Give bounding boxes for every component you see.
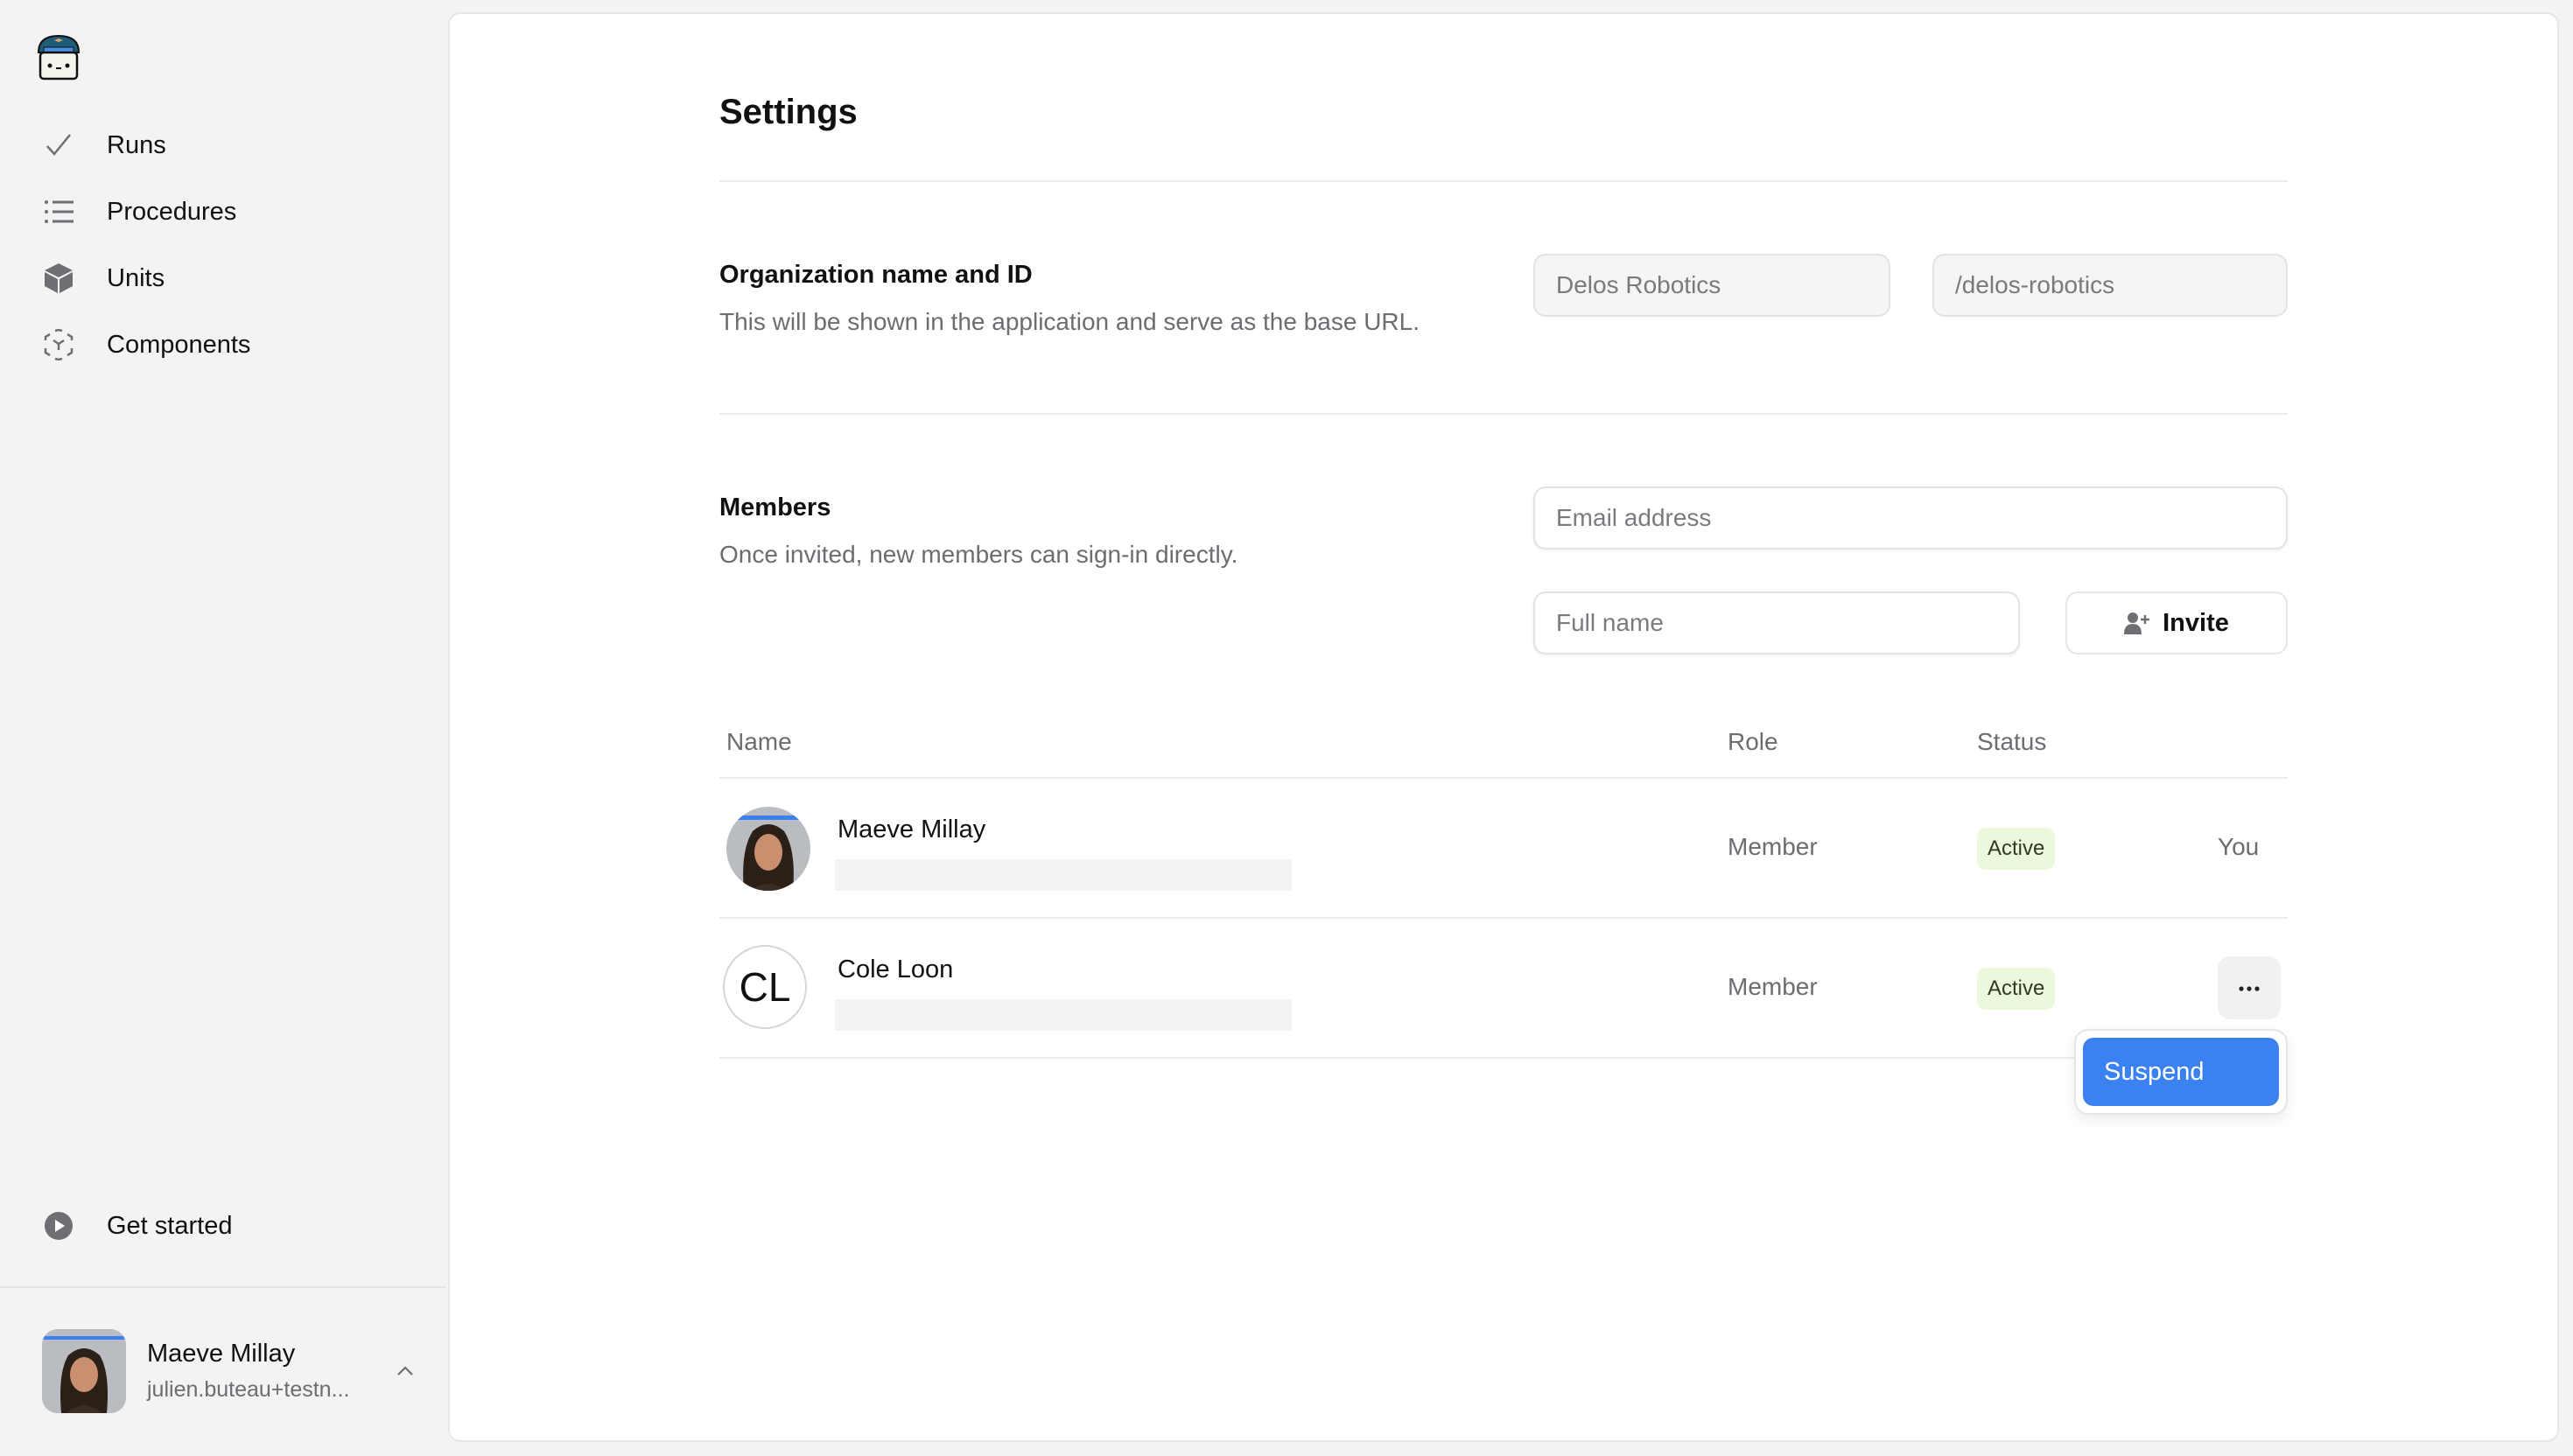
column-header-status: Status (1977, 728, 2047, 755)
members-section-description: Once invited, new members can sign-in di… (719, 541, 1238, 568)
member-name: Cole Loon (838, 956, 954, 984)
play-circle-icon (42, 1209, 75, 1242)
more-actions-button[interactable] (2218, 956, 2281, 1019)
status-badge: Active (1977, 828, 2056, 870)
invite-button-label: Invite (2163, 608, 2229, 637)
page-title: Settings (719, 93, 858, 131)
check-icon (42, 129, 75, 162)
user-menu[interactable]: Maeve Millay julien.buteau+testn... (42, 1328, 418, 1414)
chevron-up-icon[interactable] (392, 1358, 418, 1384)
component-icon (42, 328, 75, 361)
table-row: CL Cole Loon Member Active (719, 919, 2288, 1059)
status-badge: Active (1977, 968, 2056, 1010)
org-name-field[interactable] (1533, 254, 1890, 317)
members-section-title: Members (719, 494, 831, 522)
sidebar-item-runs[interactable]: Runs (0, 112, 446, 178)
column-header-name: Name (726, 728, 792, 755)
user-name: Maeve Millay (147, 1340, 296, 1368)
sidebar-item-units[interactable]: Units (0, 245, 446, 312)
sidebar-item-get-started[interactable]: Get started (0, 1193, 446, 1259)
sidebar-item-label: Units (107, 263, 165, 292)
email-field[interactable] (1533, 486, 2288, 550)
main-panel: Settings Organization name and ID This w… (448, 12, 2559, 1442)
menu-item-suspend[interactable]: Suspend (2083, 1038, 2279, 1106)
member-avatar (726, 807, 810, 891)
member-name: Maeve Millay (838, 816, 986, 844)
sidebar-item-components[interactable]: Components (0, 312, 446, 378)
row-divider (719, 1057, 2288, 1059)
cube-icon (42, 262, 75, 295)
user-avatar (42, 1329, 126, 1413)
org-id-field[interactable] (1932, 254, 2288, 317)
org-section-description: This will be shown in the application an… (719, 308, 1420, 335)
sidebar: Runs Procedures Units Components Get sta… (0, 0, 446, 1456)
user-plus-icon (2124, 610, 2150, 636)
app-logo[interactable] (35, 33, 82, 80)
current-user-label: You (2218, 833, 2260, 860)
divider (719, 180, 2288, 182)
sidebar-item-label: Runs (107, 130, 166, 159)
sidebar-nav: Runs Procedures Units Components (0, 112, 446, 378)
sidebar-divider (0, 1286, 446, 1288)
column-header-role: Role (1728, 728, 1778, 755)
invite-button[interactable]: Invite (2065, 592, 2288, 654)
get-started-label: Get started (107, 1211, 233, 1240)
ellipsis-icon (2239, 980, 2260, 996)
member-role: Member (1728, 973, 1818, 1000)
table-row: Maeve Millay Member Active You (719, 779, 2288, 919)
list-icon (42, 195, 75, 228)
user-info: Maeve Millay julien.buteau+testn... (147, 1340, 392, 1403)
member-actions-menu: Suspend (2074, 1029, 2288, 1115)
full-name-field[interactable] (1533, 592, 2020, 654)
org-section-title: Organization name and ID (719, 261, 1033, 289)
sidebar-item-procedures[interactable]: Procedures (0, 178, 446, 245)
member-email-redacted (835, 859, 1292, 891)
get-started-link[interactable]: Get started (0, 1193, 446, 1259)
member-email-redacted (835, 999, 1292, 1031)
sidebar-item-label: Components (107, 330, 251, 359)
divider (719, 413, 2288, 415)
sidebar-item-label: Procedures (107, 197, 237, 226)
member-avatar-initials: CL (723, 945, 807, 1029)
user-email: julien.buteau+testn... (147, 1377, 350, 1402)
member-role: Member (1728, 833, 1818, 860)
